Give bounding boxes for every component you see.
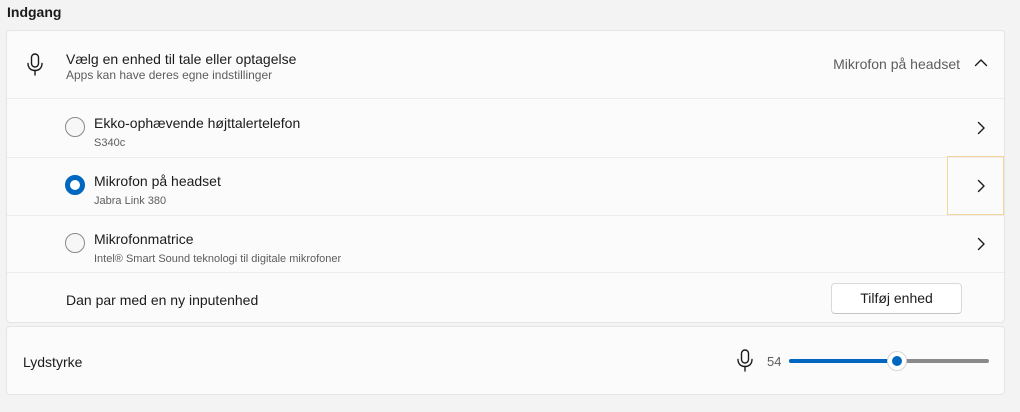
volume-card: Lydstyrke 54 bbox=[6, 326, 1005, 395]
microphone-icon bbox=[27, 53, 43, 76]
slider-fill bbox=[789, 359, 897, 363]
device-option-echo-cancelling-speakerphone[interactable]: Ekko-ophævende højttalertelefon S340c bbox=[7, 99, 1004, 157]
device-detail: Intel® Smart Sound teknologi til digital… bbox=[94, 253, 342, 265]
radio-button[interactable] bbox=[65, 117, 85, 137]
input-device-selector-header[interactable]: Vælg en enhed til tale eller optagelse A… bbox=[7, 31, 1004, 98]
device-name: Ekko-ophævende højttalertelefon bbox=[94, 115, 301, 131]
chevron-right-icon[interactable] bbox=[976, 121, 986, 135]
volume-value: 54 bbox=[767, 354, 782, 369]
chevron-up-icon[interactable] bbox=[974, 58, 988, 68]
volume-label: Lydstyrke bbox=[23, 354, 83, 370]
chevron-right-icon[interactable] bbox=[976, 237, 986, 251]
pair-new-input-device-row: Dan par med en ny inputenhed Tilføj enhe… bbox=[7, 273, 1004, 324]
device-detail: S340c bbox=[94, 137, 126, 149]
volume-slider[interactable] bbox=[789, 351, 989, 371]
section-title: Indgang bbox=[7, 4, 62, 20]
input-device-subtitle: Apps kan have deres egne indstillinger bbox=[66, 68, 273, 82]
device-option-headset-microphone[interactable]: Mikrofon på headset Jabra Link 380 bbox=[7, 156, 1004, 215]
input-device-title: Vælg en enhed til tale eller optagelse bbox=[66, 51, 297, 67]
radio-button[interactable] bbox=[65, 233, 85, 253]
radio-button-selected[interactable] bbox=[65, 175, 85, 195]
slider-thumb[interactable] bbox=[887, 351, 907, 371]
selected-device-value: Mikrofon på headset bbox=[833, 56, 960, 72]
device-option-microphone-array[interactable]: Mikrofonmatrice Intel® Smart Sound tekno… bbox=[7, 215, 1004, 273]
chevron-right-icon[interactable] bbox=[976, 179, 986, 193]
pair-new-device-label: Dan par med en ny inputenhed bbox=[66, 292, 259, 308]
input-device-card: Vælg en enhed til tale eller optagelse A… bbox=[6, 30, 1005, 323]
microphone-icon[interactable] bbox=[736, 349, 754, 373]
add-device-button[interactable]: Tilføj enhed bbox=[831, 283, 962, 314]
device-detail: Jabra Link 380 bbox=[94, 195, 167, 207]
device-name: Mikrofon på headset bbox=[94, 173, 221, 189]
device-name: Mikrofonmatrice bbox=[94, 231, 194, 247]
